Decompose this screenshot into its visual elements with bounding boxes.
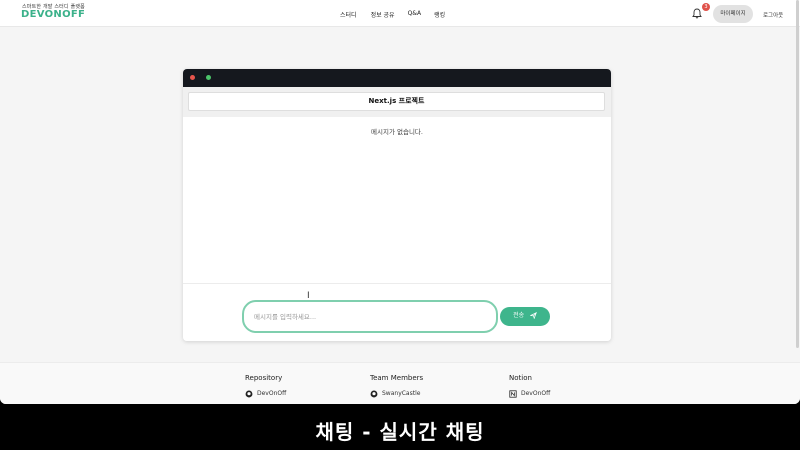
github-icon	[370, 390, 378, 397]
footer-link-notion[interactable]: DevOnOff	[509, 389, 550, 398]
maximize-dot[interactable]	[206, 75, 211, 80]
main-nav: 스터디 정보 공유 Q&A 랭킹	[340, 10, 445, 19]
nav-item-qna[interactable]: Q&A	[408, 10, 422, 19]
mypage-button[interactable]: 마이페이지	[713, 5, 753, 23]
footer-heading-notion: Notion	[509, 374, 532, 382]
text-cursor-icon: I	[307, 291, 310, 301]
empty-state-text: 메시지가 없습니다.	[371, 128, 423, 136]
footer-link-team-member[interactable]: SwanyCastle	[370, 389, 423, 398]
send-button[interactable]: 전송	[500, 307, 550, 326]
paper-plane-icon	[529, 311, 537, 320]
site-footer: Repository DevOnOff Team Members SwanyCa…	[0, 362, 800, 404]
footer-link-label: SwanyCastle	[382, 390, 421, 397]
page-scrollbar[interactable]	[796, 0, 799, 348]
footer-col-team: Team Members SwanyCastle	[370, 374, 423, 398]
bell-icon[interactable]	[692, 8, 702, 19]
notion-icon	[509, 389, 517, 398]
message-list[interactable]: 메시지가 없습니다.	[183, 117, 611, 283]
message-input[interactable]	[242, 300, 498, 333]
send-button-label: 전송	[513, 313, 525, 319]
site-header: 스마트한 개발 스터디 플랫폼 DEVONOFF 스터디 정보 공유 Q&A 랭…	[0, 0, 800, 27]
nav-item-info-share[interactable]: 정보 공유	[371, 10, 395, 19]
footer-heading-team: Team Members	[370, 374, 424, 382]
footer-link-label: DevOnOff	[521, 390, 551, 397]
message-composer: 전송	[183, 283, 611, 341]
video-caption: 채팅 - 실시간 채팅	[315, 420, 485, 444]
footer-link-label: DevOnOff	[257, 390, 287, 397]
notification-badge: 3	[702, 3, 710, 11]
footer-heading-repository: Repository	[245, 374, 283, 382]
logout-link[interactable]: 로그아웃	[763, 11, 783, 19]
nav-item-study[interactable]: 스터디	[340, 10, 357, 19]
close-dot[interactable]	[190, 75, 195, 80]
room-header: Next.js 프로젝트	[183, 87, 611, 117]
footer-link-repository[interactable]: DevOnOff	[245, 389, 286, 398]
footer-col-notion: Notion DevOnOff	[509, 374, 550, 398]
footer-col-repository: Repository DevOnOff	[245, 374, 286, 398]
site-logo[interactable]: DEVONOFF	[21, 9, 85, 20]
github-icon	[245, 390, 253, 397]
window-titlebar	[183, 69, 611, 87]
chat-window: Next.js 프로젝트 메시지가 없습니다. 전송	[183, 69, 611, 341]
video-caption-bar: 채팅 - 실시간 채팅	[0, 404, 800, 450]
browser-viewport: 스마트한 개발 스터디 플랫폼 DEVONOFF 스터디 정보 공유 Q&A 랭…	[0, 0, 800, 404]
nav-item-ranking[interactable]: 랭킹	[434, 10, 445, 19]
chat-room-title: Next.js 프로젝트	[188, 92, 605, 111]
